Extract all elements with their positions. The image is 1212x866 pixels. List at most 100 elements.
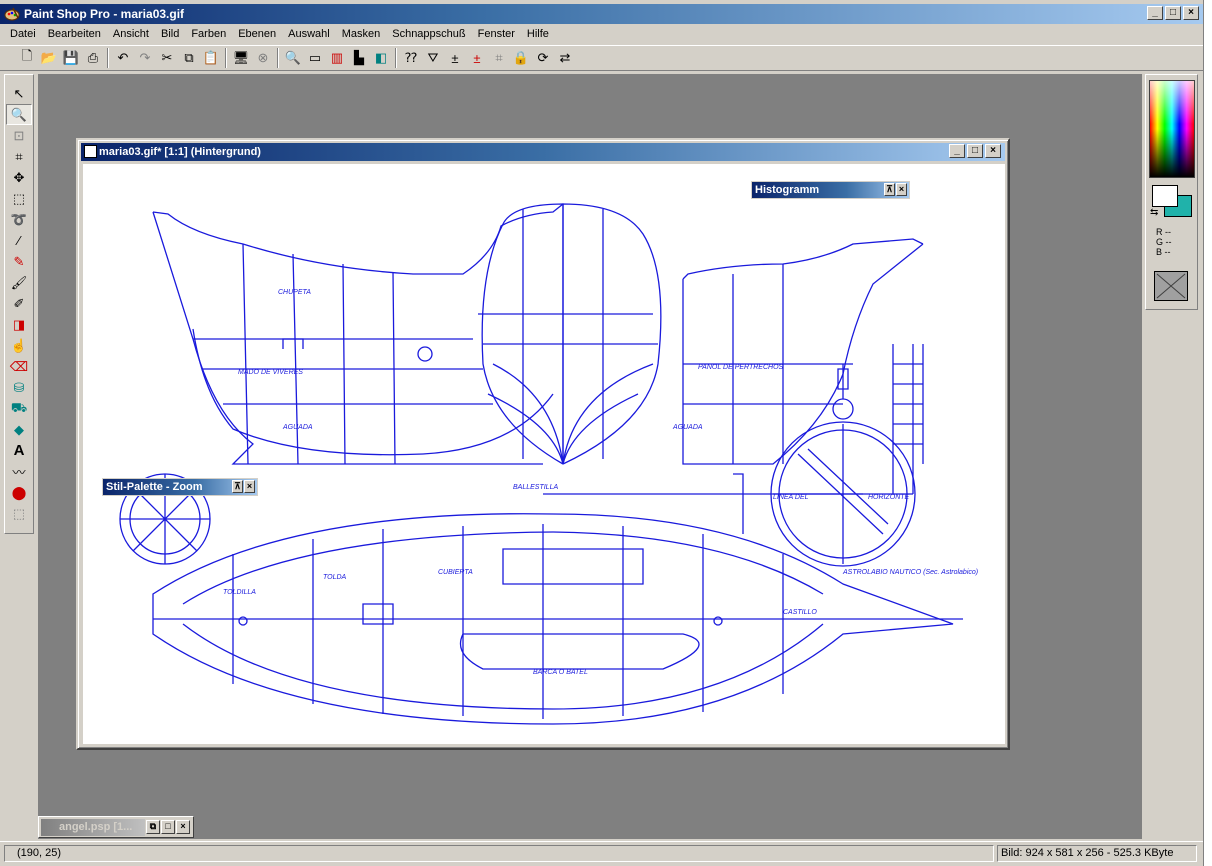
svg-text:ASTROLABIO NAUTICO (Sec. Astro: ASTROLABIO NAUTICO (Sec. Astrolabico) — [842, 569, 978, 576]
pen-tool-icon[interactable]: ✎ — [6, 251, 32, 272]
menu-masken[interactable]: Masken — [336, 26, 387, 42]
fill-tool-icon[interactable]: ⛟ — [6, 398, 32, 419]
zoom-tool-icon[interactable]: 🔍 — [6, 104, 32, 125]
cut-icon[interactable]: ✂ — [156, 47, 178, 69]
menu-datei[interactable]: Datei — [4, 26, 42, 42]
print-icon[interactable]: ⎙ — [82, 47, 104, 69]
minimized-document[interactable]: angel.psp [1... ⧉ □ × — [38, 816, 194, 838]
menu-ansicht[interactable]: Ansicht — [107, 26, 155, 42]
picture-tube-icon[interactable]: ◆ — [6, 419, 32, 440]
draw-tool-icon[interactable]: 〰 — [6, 461, 32, 482]
svg-text:TOLDILLA: TOLDILLA — [223, 589, 256, 596]
paste-icon[interactable]: 📋 — [200, 47, 222, 69]
rotate-icon[interactable]: ⟳ — [532, 47, 554, 69]
svg-text:TOLDA: TOLDA — [323, 574, 347, 581]
text-tool-icon[interactable]: A — [6, 440, 32, 461]
foreground-color-swatch[interactable] — [1152, 185, 1178, 207]
menu-ebenen[interactable]: Ebenen — [232, 26, 282, 42]
svg-text:AGUADA: AGUADA — [282, 424, 313, 431]
histogram-close-button[interactable]: × — [896, 183, 907, 196]
save-icon[interactable]: 💾 — [60, 47, 82, 69]
min-doc-restore-button[interactable]: ⧉ — [146, 820, 160, 834]
paint-shop-pro-window: Paint Shop Pro - maria03.gif _ □ × Datei… — [0, 0, 1203, 866]
close-button[interactable]: × — [1183, 6, 1199, 20]
image-canvas[interactable]: CHUPETA MADO DE VIVERES AGUADA AGUADA PA… — [83, 164, 1005, 744]
minimize-button[interactable]: _ — [1147, 6, 1163, 20]
copy-icon[interactable]: ⧉ — [178, 47, 200, 69]
style-zoom-pin-button[interactable]: ⊼ — [232, 480, 243, 493]
svg-text:BARCA O BATEL: BARCA O BATEL — [533, 669, 588, 676]
app-palette-icon — [4, 6, 20, 22]
document-title: maria03.gif* [1:1] (Hintergrund) — [99, 146, 261, 158]
browse-icon[interactable]: 🖥 — [230, 47, 252, 69]
eraser-tool-icon[interactable]: ⌫ — [6, 356, 32, 377]
undo-icon[interactable]: ↶ — [112, 47, 134, 69]
redo-icon[interactable]: ↷ — [134, 47, 156, 69]
app-title: Paint Shop Pro - maria03.gif — [24, 7, 185, 21]
doc-close-button[interactable]: × — [985, 144, 1001, 158]
menu-fenster[interactable]: Fenster — [472, 26, 521, 42]
menu-bild[interactable]: Bild — [155, 26, 185, 42]
svg-text:HORIZONTE: HORIZONTE — [868, 494, 910, 501]
brush-tool-icon[interactable]: 🖌 — [6, 272, 32, 293]
deform-tool-icon[interactable]: ⊡ — [6, 125, 32, 146]
svg-text:PANOL DE PERTRECHOS: PANOL DE PERTRECHOS — [698, 364, 784, 371]
histogram-icon[interactable]: ▙ — [348, 47, 370, 69]
histogram-pin-button[interactable]: ⊼ — [884, 183, 895, 196]
dropper-tool-icon[interactable]: ⁄ — [6, 230, 32, 251]
histogram-palette[interactable]: Histogramm ⊼ × — [751, 181, 910, 199]
svg-text:LINEA DEL: LINEA DEL — [773, 494, 809, 501]
color-replace-tool-icon[interactable]: ◨ — [6, 314, 32, 335]
style-zoom-close-button[interactable]: × — [244, 480, 255, 493]
style-zoom-title: Stil-Palette - Zoom — [106, 481, 203, 493]
shape-tool-icon[interactable]: ⬤ — [6, 482, 32, 503]
minimized-doc-title[interactable]: angel.psp [1... — [41, 819, 145, 836]
document-title-bar[interactable]: maria03.gif* [1:1] (Hintergrund) _ □ × — [81, 143, 1005, 161]
adjust-b-icon[interactable]: ± — [466, 47, 488, 69]
vector-tool-icon[interactable]: ⬚ — [6, 503, 32, 524]
min-doc-close-button[interactable]: × — [176, 820, 190, 834]
zoom-icon[interactable]: 🔍 — [282, 47, 304, 69]
help-context-icon[interactable]: ⁇ — [400, 47, 422, 69]
move-tool-icon[interactable]: ✥ — [6, 167, 32, 188]
menu-schnappschuss[interactable]: Schnappschuß — [386, 26, 471, 42]
background-window-edge — [1203, 0, 1212, 866]
min-doc-maximize-button[interactable]: □ — [161, 820, 175, 834]
selection-tool-icon[interactable]: ⬚ — [6, 188, 32, 209]
lock-icon[interactable]: 🔒 — [510, 47, 532, 69]
cancel-icon[interactable]: ⊗ — [252, 47, 274, 69]
menu-bar: Datei Bearbeiten Ansicht Bild Farben Ebe… — [0, 24, 1203, 44]
clone-tool-icon[interactable]: ✐ — [6, 293, 32, 314]
ship-blueprint-image: CHUPETA MADO DE VIVERES AGUADA AGUADA PA… — [119, 203, 978, 725]
deform-icon[interactable]: ⌗ — [488, 47, 510, 69]
doc-minimize-button[interactable]: _ — [949, 144, 965, 158]
style-zoom-palette[interactable]: Stil-Palette - Zoom ⊼ × — [102, 478, 258, 496]
doc-maximize-button[interactable]: □ — [967, 144, 983, 158]
flip-icon[interactable]: ⇄ — [554, 47, 576, 69]
document-window[interactable]: maria03.gif* [1:1] (Hintergrund) _ □ × C… — [76, 138, 1010, 750]
color-palette-icon[interactable]: ▥ — [326, 47, 348, 69]
tool-palette: ↖ 🔍 ⊡ ⌗ ✥ ⬚ ➰ ⁄ ✎ 🖌 ✐ ◨ ☝ ⌫ ⛁ ⛟ ◆ A 〰 ⬤ … — [4, 74, 34, 534]
transparent-swatch[interactable] — [1154, 271, 1188, 301]
document-icon — [84, 145, 97, 158]
new-icon[interactable]: 🗋 — [16, 47, 38, 69]
overview-icon[interactable]: ▭ — [304, 47, 326, 69]
rgb-r: R -- — [1156, 227, 1171, 237]
adjust-a-icon[interactable]: ± — [444, 47, 466, 69]
menu-hilfe[interactable]: Hilfe — [521, 26, 555, 42]
menu-farben[interactable]: Farben — [185, 26, 232, 42]
maximize-button[interactable]: □ — [1165, 6, 1181, 20]
color-picker-gradient[interactable] — [1149, 80, 1195, 178]
spray-tool-icon[interactable]: ⛁ — [6, 377, 32, 398]
swap-colors-icon[interactable]: ⇆ — [1150, 207, 1158, 218]
crop-tool-icon[interactable]: ⌗ — [6, 146, 32, 167]
svg-text:AGUADA: AGUADA — [672, 424, 703, 431]
menu-auswahl[interactable]: Auswahl — [282, 26, 336, 42]
filter-icon[interactable]: ⛛ — [422, 47, 444, 69]
layers-icon[interactable]: ◧ — [370, 47, 392, 69]
menu-bearbeiten[interactable]: Bearbeiten — [42, 26, 107, 42]
arrow-tool-icon[interactable]: ↖ — [6, 83, 32, 104]
lasso-tool-icon[interactable]: ➰ — [6, 209, 32, 230]
retouch-tool-icon[interactable]: ☝ — [6, 335, 32, 356]
open-icon[interactable]: 📂 — [38, 47, 60, 69]
